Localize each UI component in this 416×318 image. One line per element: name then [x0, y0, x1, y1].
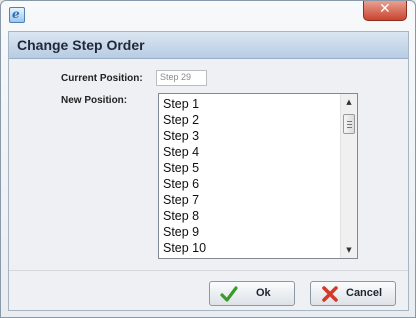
- cancel-x-icon: [322, 286, 338, 302]
- change-step-order-dialog: Change Step Order Current Position: Step…: [8, 31, 409, 311]
- new-position-label: New Position:: [61, 95, 128, 106]
- new-position-listbox[interactable]: Step 1 Step 2 Step 3 Step 4 Step 5 Step 6 Step…: [158, 93, 358, 259]
- scroll-down-icon[interactable]: ▼: [341, 242, 357, 258]
- checkmark-icon: [220, 286, 238, 302]
- app-icon-glyph: e: [12, 7, 20, 21]
- list-item[interactable]: Step 2: [163, 112, 206, 128]
- list-item[interactable]: Step 8: [163, 208, 206, 224]
- list-item[interactable]: Step 4: [163, 144, 206, 160]
- dialog-title: Change Step Order: [17, 37, 145, 53]
- listbox-scrollbar[interactable]: ▲ ▼: [340, 94, 357, 258]
- ok-button-label: Ok: [256, 287, 271, 299]
- current-position-label: Current Position:: [61, 73, 143, 84]
- list-item[interactable]: Step 10: [163, 240, 206, 256]
- internet-explorer-icon: e: [9, 7, 25, 23]
- list-item[interactable]: Step 7: [163, 192, 206, 208]
- list-item[interactable]: Step 3: [163, 128, 206, 144]
- scroll-thumb[interactable]: [343, 114, 355, 134]
- scroll-up-icon[interactable]: ▲: [341, 94, 357, 110]
- cancel-button[interactable]: Cancel: [310, 281, 396, 306]
- list-item[interactable]: Step 6: [163, 176, 206, 192]
- app-window: e ✕ Change Step Order Current Position: …: [0, 0, 416, 318]
- close-icon: ✕: [379, 1, 391, 17]
- list-item[interactable]: Step 1: [163, 96, 206, 112]
- footer-divider: [9, 270, 408, 271]
- current-position-field: Step 29: [156, 70, 207, 86]
- ok-button[interactable]: Ok: [209, 281, 295, 306]
- list-item[interactable]: Step 9: [163, 224, 206, 240]
- step-list: Step 1 Step 2 Step 3 Step 4 Step 5 Step 6 Step…: [163, 96, 206, 256]
- cancel-button-label: Cancel: [346, 287, 383, 299]
- list-item[interactable]: Step 5: [163, 160, 206, 176]
- dialog-header: Change Step Order: [9, 32, 408, 59]
- titlebar: e ✕: [1, 1, 415, 29]
- window-close-button[interactable]: ✕: [363, 1, 407, 21]
